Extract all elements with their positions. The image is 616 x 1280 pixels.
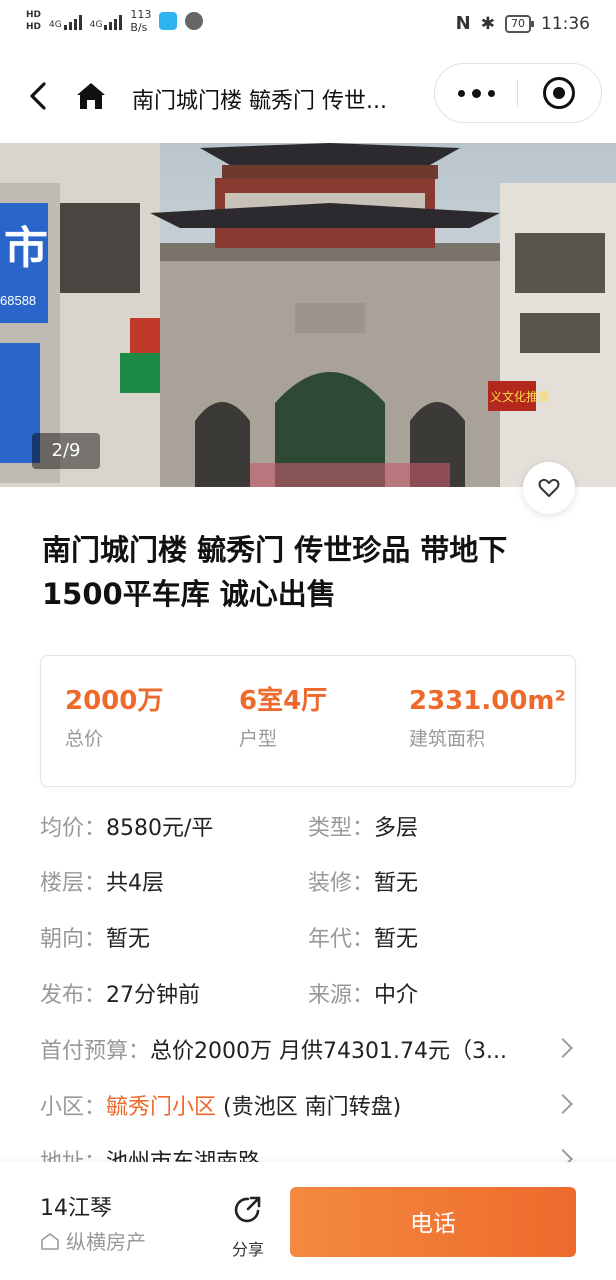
more-dot <box>457 89 465 97</box>
summary-layout: 6室4厅 户型 <box>239 684 327 752</box>
summary-total-price: 2000万 总价 <box>65 684 163 752</box>
shop-sign-number: 68588 <box>0 293 36 308</box>
attr-source: 来源：中介 <box>308 981 418 1011</box>
heart-icon <box>538 478 560 497</box>
community-row[interactable]: 小区：毓秀门小区 (贵池区 南门转盘) <box>40 1093 576 1133</box>
attr-value: 中介 <box>374 983 419 1008</box>
attr-value: 暂无 <box>106 927 151 952</box>
summary-label: 建筑面积 <box>409 728 486 750</box>
signal-1: 4G <box>49 12 82 30</box>
attr-key: 来源： <box>308 983 375 1008</box>
more-button[interactable] <box>435 64 517 122</box>
home-button[interactable] <box>74 79 108 113</box>
signal-2-label: 4G <box>89 20 103 30</box>
call-button[interactable]: 电话 <box>290 1187 576 1257</box>
status-bar: HD HD 4G 4G 113 B/s N ✱ 70 11:36 <box>0 0 616 50</box>
shop-sign: 市 <box>4 224 48 273</box>
agency-name: 纵横房产 <box>66 1230 146 1254</box>
notification-shield-icon <box>185 12 204 30</box>
signal-2: 4G <box>90 12 123 30</box>
chevron-right-icon <box>553 1094 573 1114</box>
miniprogram-capsule <box>434 63 602 123</box>
status-left: HD HD 4G 4G 113 B/s <box>26 8 204 34</box>
community-key: 小区： <box>40 1095 107 1120</box>
attr-floor: 楼层：共4层 <box>40 869 164 899</box>
attr-value: 暂无 <box>374 927 419 952</box>
status-right: N ✱ 70 11:36 <box>456 13 590 34</box>
attr-value: 暂无 <box>374 871 419 896</box>
attr-orientation: 朝向：暂无 <box>40 925 150 955</box>
attr-key: 楼层： <box>40 871 107 896</box>
budget-row[interactable]: 首付预算：总价2000万 月供74301.74元（3... <box>40 1037 576 1077</box>
bottom-action-bar: 14江琴 纵横房产 分享 电话 <box>0 1162 616 1280</box>
attr-value: 共4层 <box>106 871 165 896</box>
community-name[interactable]: 毓秀门小区 <box>106 1095 216 1120</box>
page-title: 南门城门楼 毓秀门 传世... <box>132 89 387 114</box>
signal-1-label: 4G <box>49 20 62 30</box>
community-area: (贵池区 南门转盘) <box>216 1095 402 1120</box>
attr-value: 8580元/平 <box>106 816 214 841</box>
summary-area: 2331.00m² 建筑面积 <box>409 684 566 752</box>
back-chevron-icon <box>30 82 46 110</box>
hd-label-1: HD <box>26 9 42 21</box>
share-button[interactable] <box>228 1194 268 1230</box>
summary-card: 2000万 总价 6室4厅 户型 2331.00m² 建筑面积 <box>40 655 576 787</box>
photo-counter: 2/9 <box>32 433 100 469</box>
notification-app-icon <box>159 12 178 30</box>
agency: 纵横房产 <box>40 1226 146 1255</box>
network-speed-value: 113 <box>130 8 152 21</box>
photo-gallery[interactable]: 市 68588 义文化推拿 2/9 <box>0 143 616 487</box>
more-dot <box>471 88 481 98</box>
back-button[interactable] <box>26 81 52 111</box>
miniprogram-close-button[interactable] <box>543 77 575 109</box>
attr-key: 类型： <box>308 816 375 841</box>
attr-year: 年代：暂无 <box>308 925 418 955</box>
nfc-icon: N <box>455 13 471 34</box>
attr-key: 朝向： <box>40 927 107 952</box>
agent-name[interactable]: 14江琴 <box>40 1190 112 1222</box>
hd-label-2: HD <box>26 21 42 33</box>
summary-label: 总价 <box>65 728 104 750</box>
more-dot <box>487 89 495 97</box>
capsule-divider <box>517 80 518 106</box>
chevron-right-icon <box>553 1038 573 1058</box>
network-speed-unit: B/s <box>130 21 148 34</box>
budget-value: 总价2000万 月供74301.74元（3... <box>150 1039 507 1064</box>
home-icon <box>77 83 105 109</box>
attr-type: 类型：多层 <box>308 814 418 844</box>
network-speed: 113 B/s <box>130 8 151 34</box>
house-outline-icon <box>41 1232 59 1250</box>
shop-sign-2: 义文化推拿 <box>490 389 550 404</box>
attr-key: 装修： <box>308 871 375 896</box>
favorite-button[interactable] <box>523 462 575 514</box>
nav-bar: 南门城门楼 毓秀门 传世... <box>0 55 616 143</box>
bluetooth-icon: ✱ <box>480 13 495 34</box>
share-label[interactable]: 分享 <box>222 1236 274 1260</box>
summary-label: 户型 <box>239 728 278 750</box>
battery-icon: 70 <box>505 14 534 33</box>
attr-key: 年代： <box>308 927 375 952</box>
summary-value: 2331.00m² <box>409 686 566 716</box>
attr-key: 发布： <box>40 983 107 1008</box>
attr-value: 27分钟前 <box>106 983 201 1008</box>
attr-value: 多层 <box>374 816 419 841</box>
budget-key: 首付预算： <box>40 1039 151 1064</box>
signal-bars-icon <box>104 12 123 30</box>
attr-published: 发布：27分钟前 <box>40 981 200 1011</box>
signal-bars-icon <box>63 12 82 30</box>
hd-indicator: HD HD <box>26 9 42 33</box>
summary-value: 6室4厅 <box>239 686 328 716</box>
attr-decoration: 装修：暂无 <box>308 869 418 899</box>
listing-title: 南门城门楼 毓秀门 传世珍品 带地下1500平车库 诚心出售 <box>42 533 508 611</box>
attr-key: 均价： <box>40 816 107 841</box>
clock: 11:36 <box>541 13 590 34</box>
attr-unit-price: 均价：8580元/平 <box>40 814 213 844</box>
summary-value: 2000万 <box>65 686 164 716</box>
share-icon <box>234 1196 261 1223</box>
